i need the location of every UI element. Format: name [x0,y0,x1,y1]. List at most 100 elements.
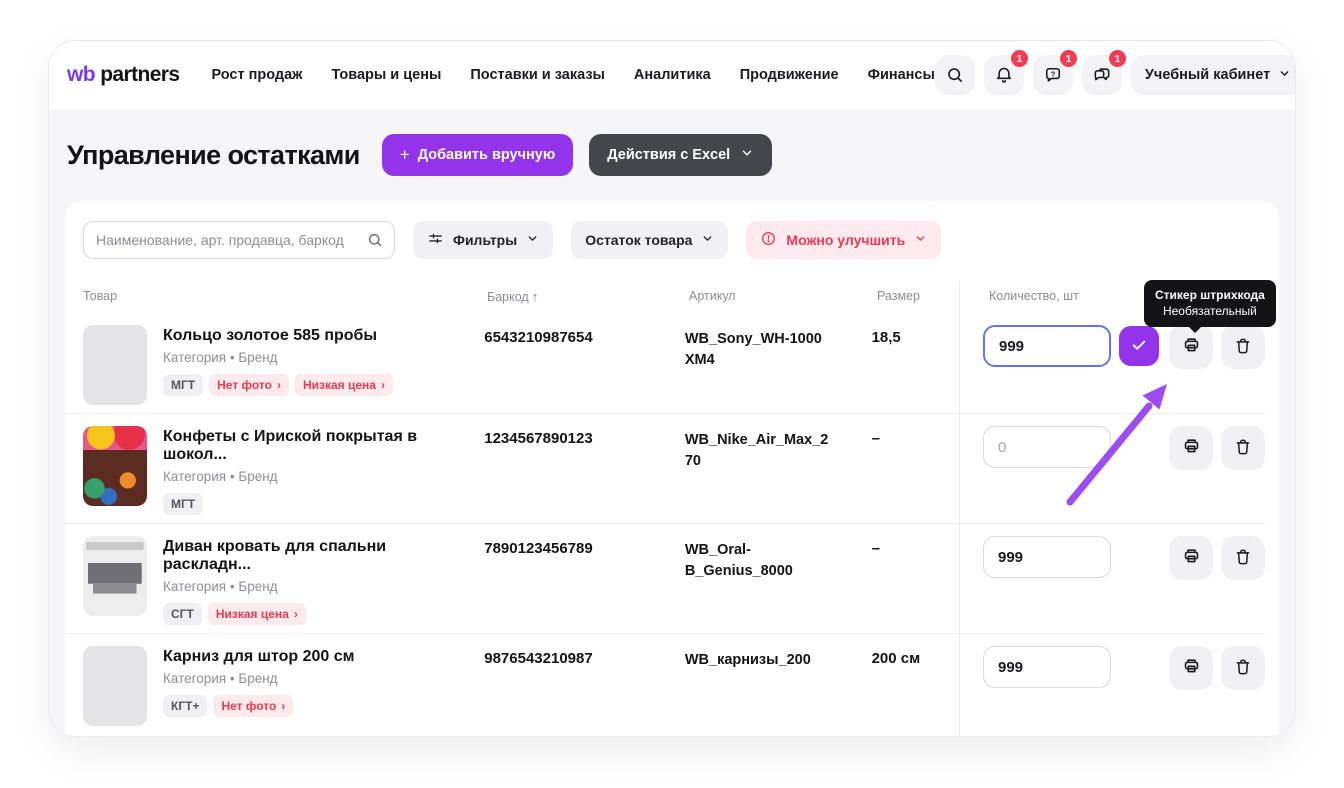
product-image [83,426,147,506]
stock-dropdown[interactable]: Остаток товара [571,221,728,259]
trash-icon [1233,336,1253,359]
tag-sgt: СГТ [163,603,202,625]
chevron-down-icon [701,232,714,248]
chevron-right-icon: › [277,378,281,392]
screen: wb partners Рост продаж Товары и цены По… [0,0,1344,788]
size-value: 18,5 [872,325,953,346]
help-badge: 1 [1060,50,1077,67]
quantity-input[interactable] [983,426,1111,468]
page-content: Управление остатками + Добавить вручную … [49,109,1295,737]
logo-partners: partners [95,63,179,86]
print-barcode-button[interactable] [1169,426,1213,470]
tag-no-photo[interactable]: Нет фото› [209,374,289,396]
can-improve-dropdown[interactable]: Можно улучшить [746,221,941,259]
nav-analytics[interactable]: Аналитика [634,67,711,83]
search-button[interactable] [935,55,975,95]
quantity-input[interactable] [983,646,1111,688]
nav-sales-growth[interactable]: Рост продаж [211,67,302,83]
logo-wb: wb [67,63,95,86]
trash-icon [1233,437,1253,460]
size-value: – [872,426,953,447]
chevron-right-icon: › [381,378,385,392]
quantity-input[interactable] [983,536,1111,578]
tag-low-price[interactable]: Низкая цена› [208,603,306,625]
account-menu[interactable]: Учебный кабинет [1131,55,1296,95]
delete-row-button[interactable] [1221,426,1265,470]
page-title-row: Управление остатками + Добавить вручную … [67,133,1279,177]
delete-row-button[interactable] [1221,536,1265,580]
trash-icon [1233,657,1253,680]
plus-icon: + [400,145,410,165]
nav-goods-prices[interactable]: Товары и цены [331,67,441,83]
app-window: wb partners Рост продаж Товары и цены По… [48,40,1296,737]
print-barcode-button[interactable] [1169,536,1213,580]
article-value: WB_Nike_Air_Max_270 [685,426,835,472]
tooltip-title: Стикер штрихкода [1155,287,1265,303]
nav-promotion[interactable]: Продвижение [740,67,839,83]
notifications-badge: 1 [1011,50,1028,67]
header-barcode-sort[interactable]: Баркод↑ [487,289,689,304]
barcode-value: 6543210987654 [484,325,685,346]
chats-button[interactable]: 1 [1082,55,1122,95]
nav-finance[interactable]: Финансы [868,67,935,83]
wb-partners-logo: wb partners [67,63,179,87]
article-value: WB_карнизы_200 [685,646,835,671]
table-row: Диван кровать для спальни раскладн... Ка… [65,523,1265,633]
chats-badge: 1 [1109,50,1126,67]
improve-label: Можно улучшить [786,232,905,248]
chevron-down-icon [914,232,927,248]
nav-supplies-orders[interactable]: Поставки и заказы [470,67,605,83]
help-button[interactable]: ? 1 [1033,55,1073,95]
header-article: Артикул [689,289,877,303]
delete-row-button[interactable] [1221,325,1265,369]
product-tags: КГТ+ Нет фото› [163,695,354,717]
add-manually-label: Добавить вручную [418,147,556,163]
search-icon [945,65,965,85]
excel-actions-button[interactable]: Действия с Excel [589,134,772,176]
product-subtitle: Категория • Бренд [163,579,463,594]
table-row: Кольцо золотое 585 пробы Категория • Бре… [65,313,1265,413]
search-field-wrap [83,221,395,259]
product-image-placeholder [83,325,147,405]
check-icon [1130,336,1148,357]
product-title: Конфеты с Ириской покрытая в шокол... [163,428,463,464]
barcode-value: 9876543210987 [484,646,685,667]
printer-icon [1181,656,1202,680]
header-size: Размер [877,289,959,303]
confirm-quantity-button[interactable] [1119,326,1159,366]
add-manually-button[interactable]: + Добавить вручную [382,134,573,176]
help-bubble-icon: ? [1043,65,1063,85]
header-actions: 1 ? 1 1 Учебный кабинет [935,55,1296,95]
page-title: Управление остатками [67,140,360,171]
product-subtitle: Категория • Бренд [163,350,393,365]
tag-low-price[interactable]: Низкая цена› [295,374,393,396]
stock-label: Остаток товара [585,232,692,248]
top-navigation-bar: wb partners Рост продаж Товары и цены По… [49,41,1295,109]
size-value: 200 см [872,646,953,667]
notifications-button[interactable]: 1 [984,55,1024,95]
product-title: Кольцо золотое 585 пробы [163,327,393,345]
product-tags: МГТ [163,493,463,515]
stock-table-card: Фильтры Остаток товара [65,201,1279,737]
delete-row-button[interactable] [1221,646,1265,690]
excel-actions-label: Действия с Excel [607,147,730,163]
filters-label: Фильтры [453,232,517,248]
chevron-down-icon [526,232,539,248]
barcode-value: 7890123456789 [484,536,685,557]
product-search-input[interactable] [83,221,395,259]
quantity-input[interactable] [983,325,1111,367]
chevron-down-icon [1278,67,1291,84]
tag-no-photo[interactable]: Нет фото› [213,695,293,717]
product-title: Карниз для штор 200 см [163,648,354,666]
tooltip-subtitle: Необязательный [1155,303,1265,319]
trash-icon [1233,547,1253,570]
tag-mgt: МГТ [163,374,203,396]
filters-dropdown[interactable]: Фильтры [413,221,553,259]
table-header-row: Товар Баркод↑ Артикул Размер Количество,… [65,279,1265,313]
printer-icon [1181,335,1202,359]
svg-text:?: ? [1051,69,1056,78]
product-image [83,536,147,616]
account-label: Учебный кабинет [1145,67,1270,83]
size-value: – [872,536,953,557]
print-barcode-button[interactable] [1169,646,1213,690]
